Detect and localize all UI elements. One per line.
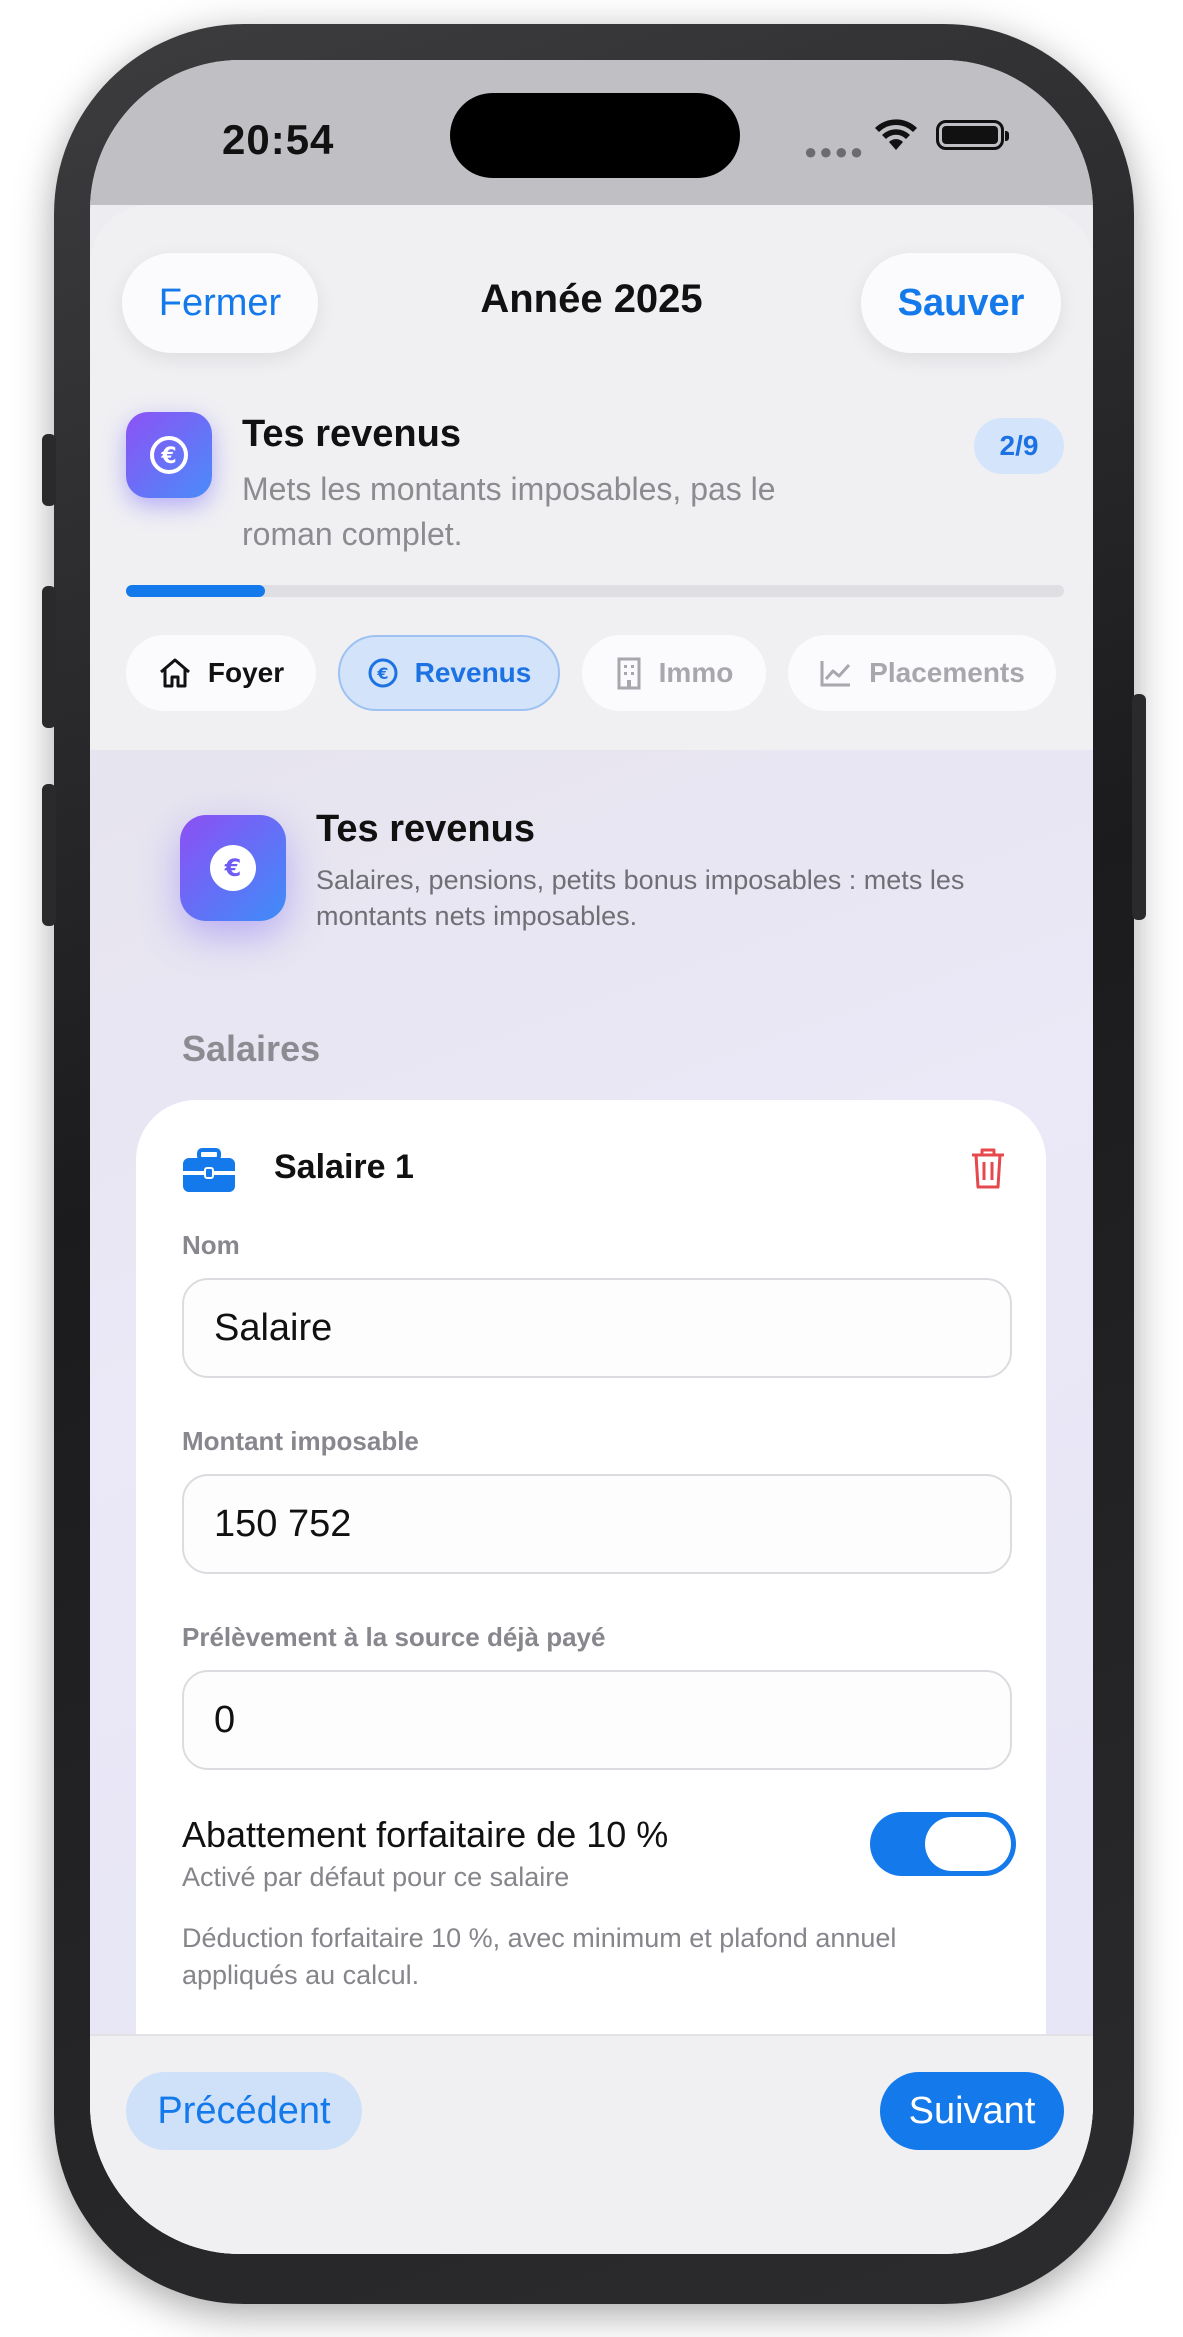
action-button (42, 434, 56, 506)
withholding-label: Prélèvement à la source déjà payé (182, 1622, 606, 1652)
svg-text:€: € (376, 664, 388, 683)
tab-immo[interactable]: Immo (582, 635, 766, 711)
tab-placements[interactable]: Placements (788, 635, 1056, 711)
modal-sheet: Fermer Année 2025 Sauver € Tes revenus M… (90, 205, 1093, 2254)
next-button[interactable]: Suivant (880, 2072, 1064, 2150)
section-title: Salaires (182, 1028, 321, 1069)
tab-foyer[interactable]: Foyer (126, 635, 316, 711)
euro-circle-icon: € (368, 658, 398, 688)
building-icon (617, 657, 641, 690)
status-time: 20:54 (222, 116, 335, 163)
toggle-knob (925, 1817, 1011, 1871)
chart-line-icon (820, 661, 851, 687)
progress-fill (126, 585, 265, 597)
progress-track (126, 585, 1064, 597)
volume-up-button (42, 586, 56, 728)
hero-title: Tes revenus (316, 808, 535, 850)
salary-card: Salaire 1 Nom Salaire Montant imposable … (136, 1100, 1046, 2034)
battery-icon (936, 120, 1009, 150)
hero-subtitle: Salaires, pensions, petits bonus imposab… (316, 865, 965, 931)
signal-dots-icon: ●●●● (804, 139, 866, 164)
footer-bar: Précédent Suivant (90, 2034, 1093, 2254)
screen: 20:54 ●●●● Fermer Année 2025 Sauver € Te… (90, 60, 1093, 2254)
step-title: Tes revenus (242, 413, 461, 455)
save-button[interactable]: Sauver (861, 253, 1061, 353)
tab-revenus[interactable]: € Revenus (338, 635, 560, 711)
svg-text:€: € (160, 444, 176, 469)
volume-down-button (42, 784, 56, 926)
euro-circle-icon: € (126, 412, 212, 498)
sheet-header: Fermer Année 2025 Sauver € Tes revenus M… (90, 205, 1093, 750)
step-counter-badge: 2/9 (974, 418, 1064, 474)
withholding-field[interactable]: 0 (182, 1670, 1012, 1770)
wifi-icon (875, 119, 917, 150)
dynamic-island (450, 93, 740, 178)
euro-circle-icon: € (180, 815, 286, 921)
previous-button[interactable]: Précédent (126, 2072, 362, 2150)
svg-text:€: € (224, 854, 242, 882)
power-button (1132, 694, 1146, 920)
trash-icon[interactable] (968, 1146, 1008, 1190)
briefcase-icon (183, 1148, 235, 1192)
abatement-subtitle: Activé par défaut pour ce salaire (182, 1862, 570, 1892)
tab-label: Revenus (414, 657, 532, 688)
abatement-note: Déduction forfaitaire 10 %, avec minimum… (182, 1923, 897, 1990)
tab-label: Immo (658, 657, 734, 688)
abatement-title: Abattement forfaitaire de 10 % (182, 1814, 669, 1855)
name-field[interactable]: Salaire (182, 1278, 1012, 1378)
amount-label: Montant imposable (182, 1426, 419, 1456)
tab-label: Foyer (207, 657, 285, 688)
content-scroll[interactable]: € Tes revenus Salaires, pensions, petits… (90, 750, 1093, 2034)
abatement-toggle[interactable] (870, 1812, 1016, 1876)
status-bar: 20:54 ●●●● (90, 60, 1093, 205)
house-icon (159, 658, 190, 688)
tab-label: Placements (869, 657, 1025, 688)
salary-title: Salaire 1 (274, 1148, 414, 1186)
name-label: Nom (182, 1230, 240, 1260)
step-subtitle: Mets les montants imposables, pas le rom… (242, 471, 776, 552)
amount-field[interactable]: 150 752 (182, 1474, 1012, 1574)
